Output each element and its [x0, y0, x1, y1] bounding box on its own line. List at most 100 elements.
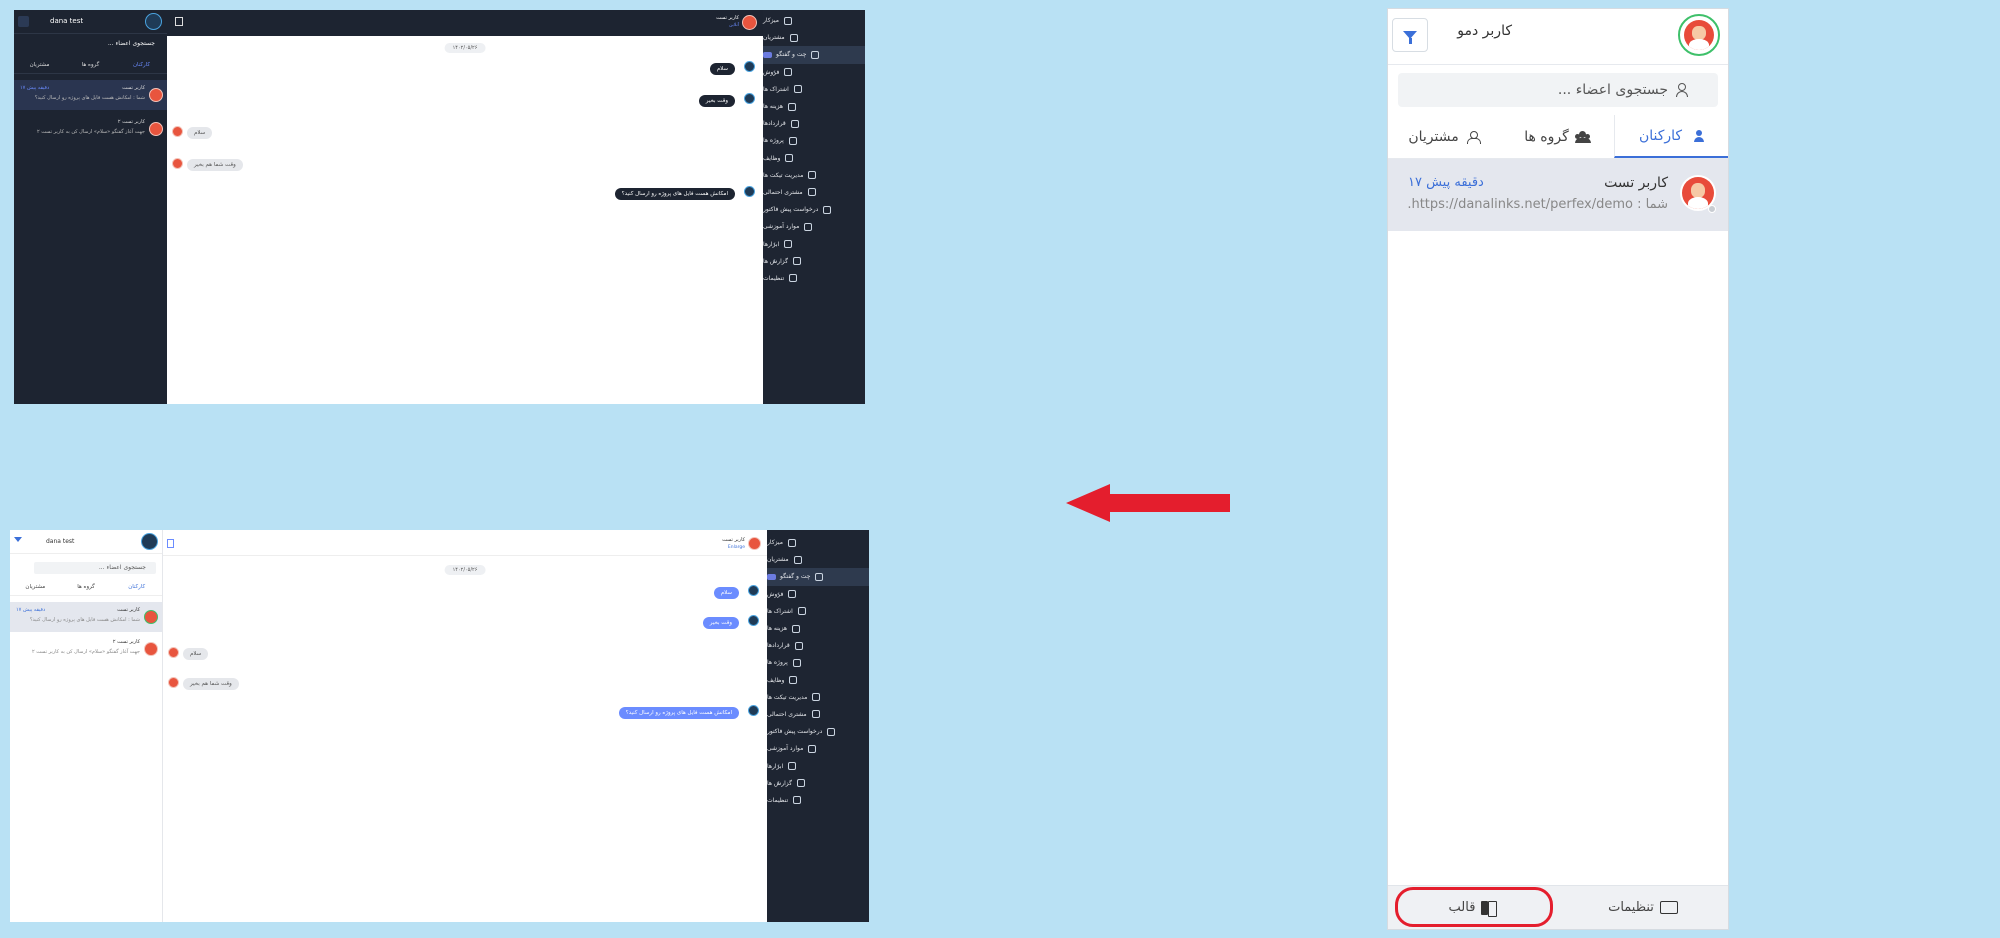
contact-list-item[interactable]: کاربر تست دقیقه پیش ۱۷ شما : https://dan…: [1388, 159, 1728, 231]
nav-item[interactable]: › گزارش ها: [763, 253, 865, 270]
tab-groups[interactable]: گروه ها: [1501, 115, 1614, 158]
nav-item[interactable]: میزکار: [763, 12, 865, 29]
nav-item[interactable]: › ابزارها: [763, 235, 865, 252]
nav-item[interactable]: › فروش: [767, 586, 869, 603]
nav-item[interactable]: تنظیمات: [767, 792, 869, 809]
nav-item[interactable]: موارد آموزشی: [767, 740, 869, 757]
light-chat-main: کاربر تست Enlarge ۱۴۰۲/۰۵/۲۶ سلام وقت بخ…: [163, 530, 767, 922]
tab-customers[interactable]: مشتریان: [10, 580, 61, 595]
contact-preview: شما : امکانش هست فایل های پروژه رو ارسال…: [29, 617, 140, 623]
search-placeholder[interactable]: جستجوی اعضاء ...: [108, 40, 155, 47]
search-placeholder[interactable]: جستجوی اعضاء ...: [99, 564, 146, 571]
user-icon: [789, 33, 798, 42]
report-icon: [796, 779, 805, 788]
left-arrow-head: [1066, 484, 1110, 522]
nav-item[interactable]: درخواست پیش فاکتور: [763, 201, 865, 218]
report-icon: [792, 257, 801, 266]
nav-item[interactable]: چت و گفتگو: [767, 568, 869, 586]
date-separator: ۱۴۰۲/۰۵/۲۶: [444, 43, 486, 53]
nav-item[interactable]: اشتراک ها: [763, 81, 865, 98]
nav-item[interactable]: مشتریان: [763, 29, 865, 46]
app-logo-avatar: [145, 13, 162, 30]
badge: [763, 51, 772, 58]
nav-item[interactable]: پروژه ها: [763, 132, 865, 149]
contact-name: کاربر تست ۲: [117, 119, 145, 125]
tab-customers[interactable]: مشتریان: [14, 58, 65, 73]
nav-item[interactable]: چت و گفتگو: [763, 46, 865, 64]
list-item[interactable]: کاربر تست ۲ جهت آغاز گفتگو «سلام» ارسال …: [10, 634, 162, 664]
nav-item[interactable]: وظایف: [763, 150, 865, 167]
chevron-left-icon: ›: [773, 240, 776, 249]
chat-header-icon[interactable]: [167, 539, 174, 548]
current-user-name: کاربر دمو: [1457, 23, 1512, 39]
lead-icon: [811, 710, 820, 719]
tab-staff[interactable]: کارکنان: [1614, 115, 1728, 158]
tab-groups[interactable]: گروه ها: [65, 58, 116, 73]
contact-time: دقیقه پیش ۱۷: [16, 607, 46, 613]
nav-item[interactable]: مشتریان: [767, 551, 869, 568]
avatar: [748, 615, 759, 626]
nav-item[interactable]: اشتراک ها: [767, 603, 869, 620]
light-chat-list: dana test جستجوی اعضاء ... کارکنان گروه …: [10, 530, 163, 922]
gear-icon: [789, 274, 798, 283]
message-bubble: سلام: [709, 63, 735, 75]
list-item[interactable]: کاربر تست دقیقه پیش ۱۷ شما : امکانش هست …: [10, 602, 162, 632]
dark-chat-list: dana test جستجوی اعضاء ... کارکنان گروه …: [14, 10, 167, 404]
nav-item[interactable]: تنظیمات: [763, 270, 865, 287]
home-icon: [783, 16, 792, 25]
app-logo-avatar: [141, 533, 158, 550]
nav-item[interactable]: هزینه ها: [763, 98, 865, 115]
nav-item[interactable]: مدیریت تیکت ها: [767, 689, 869, 706]
theme-button[interactable]: قالب: [1388, 886, 1558, 929]
list-item[interactable]: کاربر تست ۲ جهت آغاز گفتگو «سلام» ارسال …: [14, 114, 167, 144]
filter-icon[interactable]: [14, 537, 22, 542]
user-search-icon: [1674, 83, 1690, 97]
contact-name: کاربر تست: [1604, 175, 1668, 191]
nav-item[interactable]: › فروش: [763, 64, 865, 81]
nav-item[interactable]: وظایف: [767, 672, 869, 689]
tab-customers[interactable]: مشتریان: [1388, 115, 1501, 158]
avatar: [744, 186, 755, 197]
filter-icon[interactable]: [18, 16, 29, 27]
chat-header-icon[interactable]: [175, 17, 183, 26]
avatar: [748, 585, 759, 596]
avatar: [744, 61, 755, 72]
tab-staff[interactable]: کارکنان: [111, 580, 162, 595]
chart-icon: [792, 658, 801, 667]
monitor-icon: [1659, 900, 1678, 915]
chat-user-name: کاربر تست: [722, 537, 745, 543]
nav-item[interactable]: پروژه ها: [767, 654, 869, 671]
filter-icon: [1403, 31, 1417, 44]
nav-item[interactable]: درخواست پیش فاکتور: [767, 723, 869, 740]
gear-icon: [793, 796, 802, 805]
current-user-avatar[interactable]: [1678, 14, 1720, 56]
staff-icon: [1688, 129, 1705, 142]
tab-groups[interactable]: گروه ها: [61, 580, 112, 595]
search-input[interactable]: [1398, 82, 1668, 98]
nav-item[interactable]: قراردادها: [767, 637, 869, 654]
nav-item[interactable]: مشتری احتمالی: [767, 706, 869, 723]
nav-item[interactable]: میزکار: [767, 534, 869, 551]
nav-item[interactable]: › گزارش ها: [767, 775, 869, 792]
nav-item[interactable]: مدیریت تیکت ها: [763, 167, 865, 184]
contact-time: دقیقه پیش ۱۷: [20, 85, 50, 91]
nav-item[interactable]: هزینه ها: [767, 620, 869, 637]
tab-staff[interactable]: کارکنان: [116, 58, 167, 73]
contact-name: کاربر تست: [117, 607, 140, 613]
filter-button[interactable]: [1392, 18, 1428, 52]
member-search[interactable]: [1398, 73, 1718, 107]
contact-preview: جهت آغاز گفتگو «سلام» ارسال کن به کاربر …: [31, 649, 140, 655]
list-item[interactable]: کاربر تست دقیقه پیش ۱۷ شما : امکانش هست …: [14, 80, 167, 110]
avatar: [149, 88, 163, 102]
avatar: [168, 647, 179, 658]
nav-item[interactable]: موارد آموزشی: [763, 218, 865, 235]
nav-item[interactable]: › ابزارها: [767, 757, 869, 774]
nav-item[interactable]: مشتری احتمالی: [763, 184, 865, 201]
settings-label: تنظیمات: [1608, 900, 1654, 915]
chart-icon: [788, 136, 797, 145]
nav-item[interactable]: قراردادها: [763, 115, 865, 132]
message-bubble: وقت شما هم بخیر: [187, 159, 243, 171]
app-name: dana test: [50, 17, 84, 25]
settings-button[interactable]: تنظیمات: [1558, 886, 1728, 929]
left-arrow-body: [1108, 494, 1230, 512]
